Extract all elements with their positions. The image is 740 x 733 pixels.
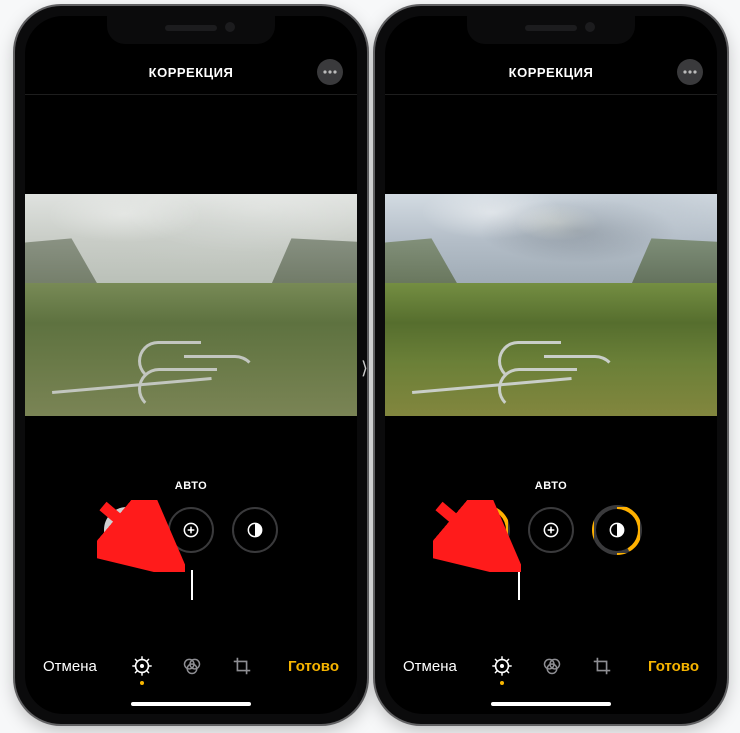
slider-marker[interactable] [191,570,193,600]
editor-bottombar: Отмена Готово [385,644,717,688]
slider-ticks-right [191,576,343,600]
crop-icon [591,655,613,677]
adjustment-slider[interactable] [39,566,343,606]
editor-navbar: КОРРЕКЦИЯ [385,50,717,95]
crop-tab[interactable] [231,655,253,677]
filters-tab[interactable] [181,655,203,677]
photo-ground [25,283,357,416]
adjustment-slider[interactable] [399,566,703,606]
cancel-button[interactable]: Отмена [403,658,457,675]
contrast-dial[interactable] [592,505,642,555]
photo-ground [385,283,717,416]
mode-tabs [491,655,613,677]
more-button[interactable] [317,59,343,85]
exposure-icon [541,520,561,540]
ellipsis-icon [323,70,337,74]
screen-left: КОРРЕКЦИЯ АВТО [25,16,357,714]
mode-tabs [131,655,253,677]
notch [107,16,275,44]
navbar-title: КОРРЕКЦИЯ [509,65,594,80]
adjustment-label: АВТО [385,480,717,492]
contrast-icon [245,520,265,540]
done-button[interactable]: Готово [648,658,699,675]
editor-bottombar: Отмена Готово [25,644,357,688]
ellipsis-icon [683,70,697,74]
photo-preview[interactable] [25,194,357,416]
notch [467,16,635,44]
home-indicator[interactable] [131,702,251,706]
slider-ticks-left [399,576,518,600]
screen-right: КОРРЕКЦИЯ АВТО [385,16,717,714]
comparison-stage: КОРРЕКЦИЯ АВТО [0,0,740,733]
auto-dial[interactable] [104,507,150,553]
filters-icon [541,655,563,677]
cancel-button[interactable]: Отмена [43,658,97,675]
crop-tab[interactable] [591,655,613,677]
exposure-icon [181,520,201,540]
done-button[interactable]: Готово [288,658,339,675]
adjust-icon [491,655,513,677]
divider-glyph: ⟩ [361,358,368,379]
adjust-tab[interactable] [131,655,153,677]
adjustment-label: АВТО [25,480,357,492]
exposure-dial[interactable] [168,507,214,553]
adjust-tab[interactable] [491,655,513,677]
slider-ticks-left [39,576,191,600]
photo-preview[interactable] [385,194,717,416]
filters-tab[interactable] [541,655,563,677]
navbar-title: КОРРЕКЦИЯ [149,65,234,80]
adjustment-dials-row [385,504,717,556]
more-button[interactable] [677,59,703,85]
editor-navbar: КОРРЕКЦИЯ [25,50,357,95]
adjustment-dials-row [25,504,357,556]
phone-frame-left: КОРРЕКЦИЯ АВТО [15,6,367,724]
slider-ticks-right [518,576,703,600]
contrast-icon [607,520,627,540]
contrast-dial[interactable] [232,507,278,553]
phone-frame-right: КОРРЕКЦИЯ АВТО [375,6,727,724]
magic-wand-icon [475,520,495,540]
crop-icon [231,655,253,677]
filters-icon [181,655,203,677]
adjust-icon [131,655,153,677]
slider-marker[interactable] [518,570,520,600]
magic-wand-icon [117,520,137,540]
exposure-dial[interactable] [528,507,574,553]
auto-dial[interactable] [460,505,510,555]
home-indicator[interactable] [491,702,611,706]
